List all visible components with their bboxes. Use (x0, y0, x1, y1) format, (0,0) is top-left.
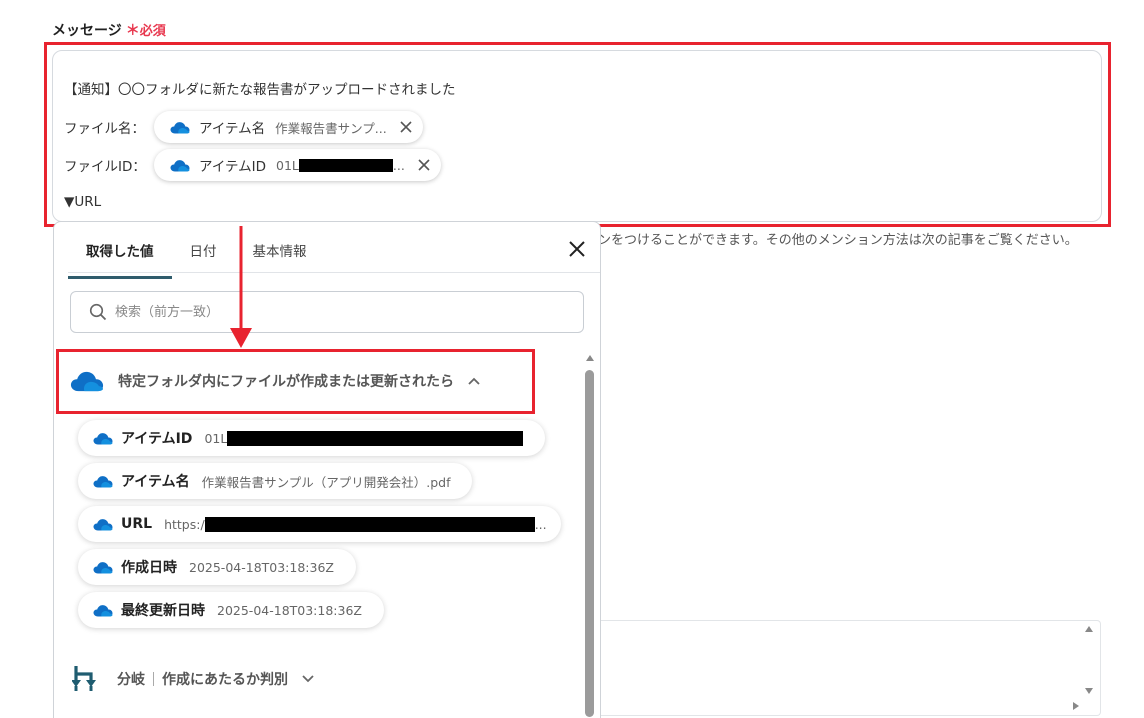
chip-value: 作業報告書サンプ... (275, 120, 387, 136)
branch-name: 作成にあたるか判別 (162, 672, 288, 688)
file-name-variable-chip[interactable]: アイテム名 作業報告書サンプ... (154, 111, 423, 143)
branch-section-header[interactable]: 分岐 作成にあたるか判別 (72, 664, 314, 694)
popup-scrollbar-thumb[interactable] (585, 370, 594, 717)
picker-tabs: 取得した値 日付 基本情報 (68, 240, 325, 279)
secondary-input-area[interactable] (600, 620, 1101, 716)
scroll-up-arrow-icon[interactable] (1084, 625, 1094, 633)
onedrive-cloud-icon (93, 432, 113, 444)
item-value: 作業報告書サンプル（アプリ開発会社）.pdf (201, 474, 451, 490)
scroll-down-arrow-icon[interactable] (1084, 687, 1094, 695)
file-name-label: ファイル名： (64, 121, 145, 137)
item-name: アイテムID (121, 431, 193, 447)
onedrive-cloud-icon (93, 518, 113, 530)
item-name: URL (121, 516, 153, 532)
tab-basic-info[interactable]: 基本情報 (235, 240, 325, 279)
search-input[interactable] (113, 303, 537, 321)
onedrive-cloud-icon (170, 159, 190, 171)
onedrive-cloud-icon (93, 475, 113, 487)
search-icon (89, 303, 107, 321)
search-field[interactable] (70, 291, 584, 333)
item-value: 2025-04-18T03:18:36Z (217, 602, 362, 618)
scroll-up-arrow-icon[interactable] (585, 354, 595, 362)
item-value: 2025-04-18T03:18:36Z (189, 559, 334, 575)
redaction-bar (298, 158, 393, 172)
onedrive-cloud-icon (93, 604, 113, 616)
section-title: 特定フォルダ内にファイルが作成または更新されたら (118, 374, 454, 390)
value-item-item-id[interactable]: アイテムID 01L (78, 420, 546, 456)
item-name: 作成日時 (121, 560, 177, 576)
message-label-text: メッセージ (52, 23, 122, 39)
onedrive-cloud-icon (170, 121, 190, 133)
chip-value-prefix: 01L (276, 157, 299, 173)
message-field-label: メッセージ ＊必須 (52, 20, 166, 40)
value-item-item-name[interactable]: アイテム名 作業報告書サンプル（アプリ開発会社）.pdf (78, 463, 473, 499)
message-input[interactable]: 【通知】〇〇フォルダに新たな報告書がアップロードされました ファイル名： アイテ… (52, 50, 1102, 222)
url-line: ▼URL (64, 194, 102, 210)
branch-divider (153, 672, 154, 686)
trigger-section-header[interactable]: 特定フォルダ内にファイルが作成または更新されたら (70, 370, 480, 392)
item-value-suffix: ... (534, 516, 547, 532)
file-id-variable-chip[interactable]: アイテムID 01L... (154, 149, 441, 181)
scroll-right-arrow-icon[interactable] (1072, 701, 1080, 711)
redaction-bar (204, 516, 535, 532)
tab-date[interactable]: 日付 (172, 240, 235, 279)
variable-picker-popup: 取得した値 日付 基本情報 特定フォルダ内にファイルが作成または更新されたら ア… (53, 221, 601, 718)
item-name: アイテム名 (121, 474, 190, 490)
mention-help-text: ンをつけることができます。その他のメンション方法は次の記事をご覧ください。 (598, 233, 1078, 248)
item-value-text: https:/ (164, 516, 205, 532)
value-item-last-modified[interactable]: 最終更新日時 2025-04-18T03:18:36Z (78, 592, 384, 628)
chevron-down-icon[interactable] (302, 675, 314, 683)
chevron-up-icon[interactable] (468, 377, 480, 385)
redaction-bar (227, 430, 524, 446)
file-id-label: ファイルID： (64, 159, 146, 175)
required-star: ＊ (125, 23, 140, 39)
chip-name: アイテム名 (199, 121, 266, 137)
onedrive-cloud-icon (70, 371, 104, 392)
item-name: 最終更新日時 (121, 603, 205, 619)
file-id-line: ファイルID： アイテムID 01L... (64, 149, 441, 181)
chip-name: アイテムID (199, 159, 267, 175)
item-value-text: 01L (204, 430, 228, 446)
remove-chip-icon[interactable] (417, 158, 431, 172)
chip-value: 01L... (276, 158, 405, 173)
remove-chip-icon[interactable] (399, 120, 413, 134)
item-value: 01L (204, 430, 524, 446)
value-item-created-at[interactable]: 作成日時 2025-04-18T03:18:36Z (78, 549, 356, 585)
message-line-1: 【通知】〇〇フォルダに新たな報告書がアップロードされました (64, 82, 456, 98)
onedrive-cloud-icon (93, 561, 113, 573)
required-text: 必須 (139, 24, 166, 39)
chip-value-suffix: ... (392, 157, 405, 173)
file-name-line: ファイル名： アイテム名 作業報告書サンプ... (64, 111, 423, 143)
item-value: https:/... (164, 516, 547, 532)
close-icon[interactable] (568, 240, 586, 258)
tab-acquired-values[interactable]: 取得した値 (68, 240, 172, 279)
branch-label: 分岐 (117, 672, 145, 688)
value-item-url[interactable]: URL https:/... (78, 506, 561, 542)
branch-icon (72, 666, 96, 691)
tabs-divider (68, 272, 600, 273)
